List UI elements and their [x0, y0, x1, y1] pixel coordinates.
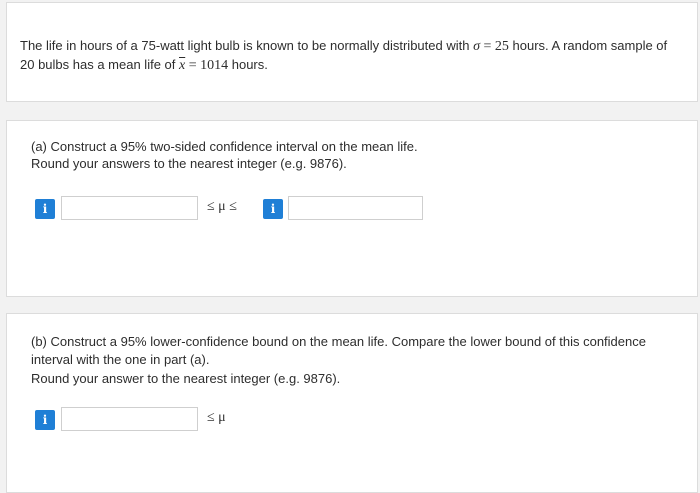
part-a-instruction: Round your answers to the nearest intege… [31, 156, 347, 171]
problem-line-2: 20 bulbs has a mean life of x = 1014 hou… [20, 55, 268, 75]
info-icon[interactable]: i [263, 199, 283, 219]
part-a-card: (a) Construct a 95% two-sided confidence… [6, 120, 698, 297]
problem-line-1-post: hours. A random sample of [508, 38, 668, 53]
part-b-question: (b) Construct a 95% lower-confidence bou… [31, 334, 646, 349]
lower-limit-input[interactable] [61, 196, 198, 220]
sigma-symbol: σ [473, 39, 480, 54]
info-icon[interactable]: i [35, 199, 55, 219]
sigma-value: 25 [494, 39, 509, 54]
part-b-question-cont: interval with the one in part (a). [31, 352, 210, 367]
mean-value: 1014 [200, 58, 229, 73]
problem-line-1-pre: The life in hours of a 75-watt light bul… [20, 38, 474, 53]
upper-limit-input[interactable] [288, 196, 423, 220]
part-b-card: (b) Construct a 95% lower-confidence bou… [6, 313, 698, 493]
info-icon[interactable]: i [35, 410, 55, 430]
sigma-equals: = [479, 39, 495, 54]
problem-line-1: The life in hours of a 75-watt light bul… [20, 36, 667, 56]
part-b-instruction: Round your answer to the nearest integer… [31, 371, 341, 386]
mu-inequality: ≤ μ ≤ [207, 199, 237, 214]
mu-inequality: ≤ μ [207, 410, 226, 425]
mean-equals: = [185, 58, 201, 73]
problem-line-2-post: hours. [228, 57, 268, 72]
lower-bound-input[interactable] [61, 407, 198, 431]
problem-card: The life in hours of a 75-watt light bul… [6, 2, 698, 102]
problem-line-2-pre: 20 bulbs has a mean life of [20, 57, 179, 72]
